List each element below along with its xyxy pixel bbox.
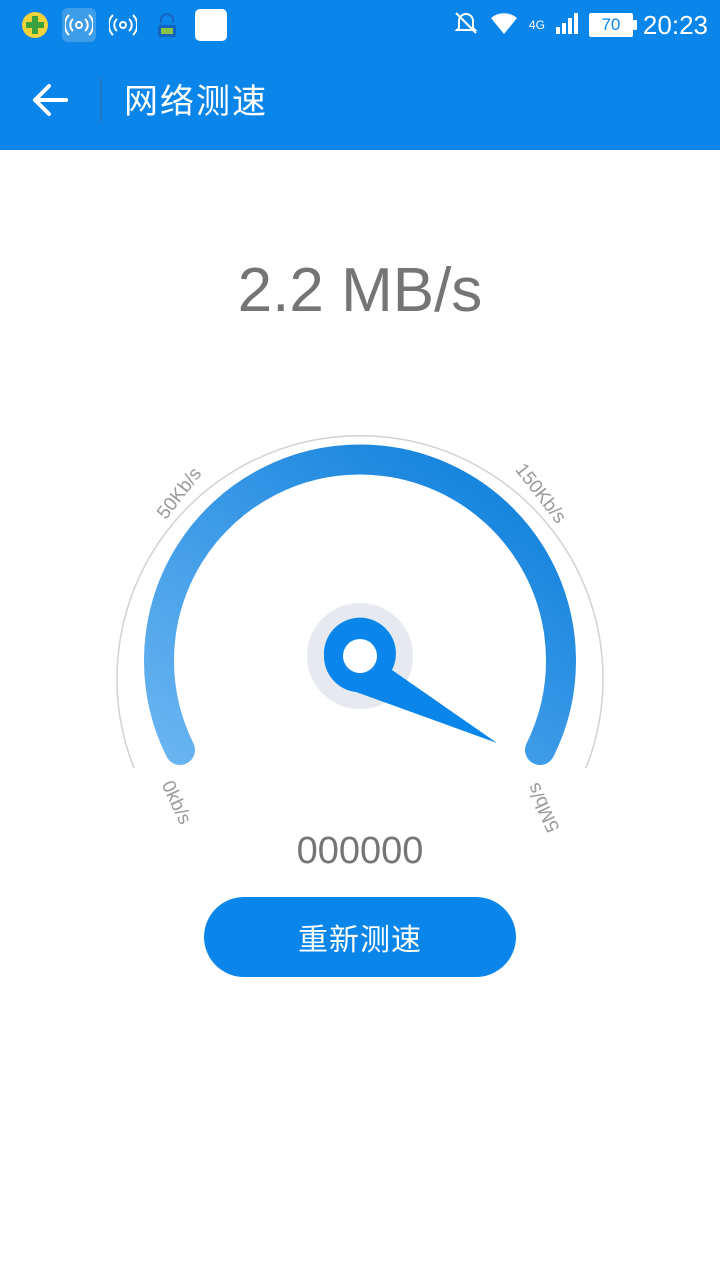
game-plus-icon <box>18 8 52 42</box>
wifi-hotspot-icon <box>106 8 140 42</box>
app-bar: 网络测速 <box>0 50 720 150</box>
byte-counter: 000000 <box>296 830 424 872</box>
network-type: 4G <box>528 18 545 32</box>
wifi-hotspot-icon <box>62 8 96 42</box>
arrow-left-icon <box>33 84 68 116</box>
blank-square-icon <box>194 8 228 42</box>
app-bar-divider <box>100 78 102 122</box>
retest-button[interactable]: 重新测速 <box>204 897 516 977</box>
speed-value: 2.2 MB/s <box>237 256 483 325</box>
bell-muted-icon <box>453 10 479 40</box>
page-title: 网络测速 <box>124 82 268 122</box>
system-icons: 4G 70 20:23 <box>453 8 708 42</box>
clock: 20:23 <box>642 10 708 40</box>
back-button[interactable] <box>22 75 78 125</box>
gauge-label-max: 5Mb/s <box>524 779 565 835</box>
notification-icons <box>18 8 228 42</box>
status-bar: 4G 70 20:23 <box>0 0 720 50</box>
speed-gauge: 0kb/s 50Kb/s 150Kb/s 5Mb/s <box>116 435 604 835</box>
chat-lock-icon <box>150 8 184 42</box>
gauge-needle <box>323 617 497 743</box>
cell-signal-icon <box>555 11 579 39</box>
wifi-icon <box>489 10 519 40</box>
gauge-label-min: 0kb/s <box>157 778 195 828</box>
gauge-label-low: 50Kb/s <box>153 464 206 524</box>
battery-icon: 70 <box>588 13 637 37</box>
